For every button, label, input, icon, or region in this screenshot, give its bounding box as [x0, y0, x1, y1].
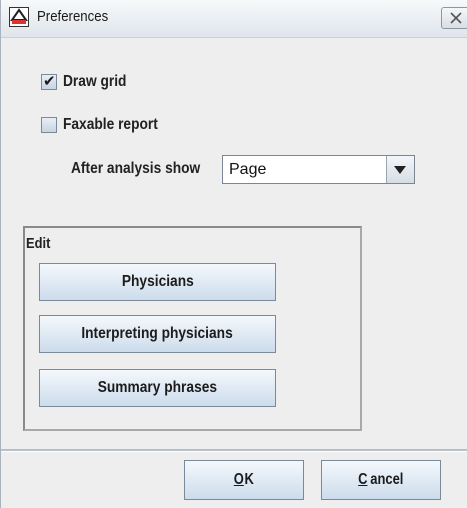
- title-bar[interactable]: Preferences: [1, 0, 467, 38]
- after-analysis-label: After analysis show: [71, 160, 201, 177]
- app-logo-icon: [9, 7, 29, 27]
- checkmark-icon: ✔: [43, 73, 56, 90]
- edit-group-title: Edit: [26, 235, 51, 252]
- after-analysis-value: Page: [229, 161, 267, 178]
- faxable-report-checkbox[interactable]: [41, 117, 57, 133]
- close-button[interactable]: [441, 7, 467, 29]
- dropdown-arrow-icon[interactable]: [386, 156, 414, 183]
- preferences-dialog: Preferences ✔ Draw grid Faxable report A…: [0, 0, 467, 508]
- physicians-button[interactable]: Physicians: [39, 263, 276, 301]
- after-analysis-select[interactable]: Page: [222, 155, 415, 184]
- draw-grid-checkbox[interactable]: ✔: [41, 73, 57, 90]
- window-title: Preferences: [37, 8, 109, 25]
- summary-phrases-button[interactable]: Summary phrases: [39, 369, 276, 407]
- ok-button[interactable]: OK: [184, 460, 304, 500]
- footer-divider: [1, 449, 467, 452]
- edit-group: Edit Physicians Interpreting physicians …: [23, 226, 362, 431]
- draw-grid-label: Draw grid: [63, 73, 127, 90]
- interpreting-physicians-button[interactable]: Interpreting physicians: [39, 315, 276, 353]
- cancel-button[interactable]: Cancel: [321, 460, 441, 500]
- faxable-report-label: Faxable report: [63, 116, 158, 133]
- close-icon: [450, 12, 462, 24]
